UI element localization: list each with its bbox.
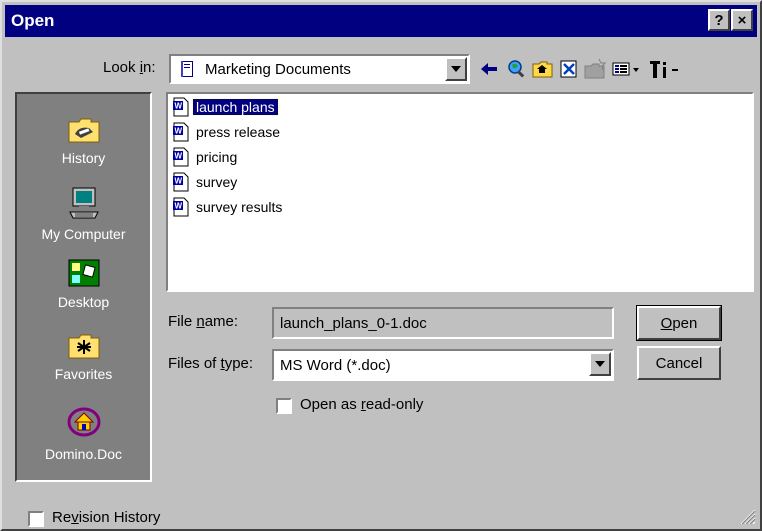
history-folder-icon — [68, 118, 99, 143]
list-item[interactable]: W pricing — [172, 146, 240, 168]
places-desktop[interactable]: Desktop — [17, 258, 150, 310]
svg-text:W: W — [175, 202, 183, 211]
up-folder-icon[interactable] — [532, 58, 554, 80]
list-item[interactable]: W press release — [172, 121, 283, 143]
filetype-label: Files of type: — [168, 355, 254, 372]
svg-text:W: W — [175, 102, 183, 111]
chevron-down-icon — [451, 66, 461, 72]
views-menu-icon[interactable] — [611, 58, 641, 80]
dialog-title: Open — [11, 11, 55, 30]
title-bar[interactable]: Open ? × — [5, 5, 757, 37]
revision-history-checkbox[interactable] — [28, 511, 44, 527]
revision-history-label[interactable]: Revision History — [52, 509, 160, 526]
lookin-value: Marketing Documents — [205, 60, 351, 78]
search-web-icon[interactable] — [506, 58, 528, 80]
tools-menu-icon[interactable] — [648, 58, 684, 80]
list-item[interactable]: W survey — [172, 171, 240, 193]
word-document-icon: W — [173, 122, 189, 142]
file-list[interactable]: W launch plans W press release W pricing — [166, 92, 754, 292]
open-button[interactable]: Open — [636, 305, 722, 341]
readonly-label[interactable]: Open as read-only — [300, 396, 423, 413]
places-my-computer[interactable]: My Computer — [17, 186, 150, 242]
lookin-label: Look in: — [103, 59, 156, 76]
word-document-icon: W — [173, 197, 189, 217]
domino-doc-icon — [67, 407, 100, 437]
list-item[interactable]: W survey results — [172, 196, 285, 218]
help-button[interactable]: ? — [708, 9, 730, 31]
svg-text:W: W — [175, 127, 183, 136]
desktop-icon — [68, 259, 99, 287]
cancel-button[interactable]: Cancel — [637, 346, 721, 380]
close-button[interactable]: × — [731, 9, 753, 31]
places-bar: History My Computer Desktop Favorites Do… — [15, 92, 152, 482]
svg-text:W: W — [175, 152, 183, 161]
places-history[interactable]: History — [17, 114, 150, 166]
delete-icon[interactable] — [558, 58, 580, 80]
chevron-down-icon — [595, 361, 605, 367]
close-icon: × — [737, 11, 747, 29]
computer-icon — [68, 187, 99, 219]
new-folder-icon — [584, 58, 606, 79]
list-item[interactable]: W launch plans — [172, 96, 279, 118]
filetype-dropdown-button[interactable] — [589, 352, 611, 376]
back-arrow-icon[interactable] — [478, 58, 500, 80]
folder-book-icon — [181, 61, 193, 77]
help-icon: ? — [714, 11, 724, 29]
favorites-folder-icon — [68, 334, 99, 359]
lookin-combo[interactable]: Marketing Documents — [169, 54, 470, 84]
places-domino-doc[interactable]: Domino.Doc — [17, 402, 150, 462]
word-document-icon: W — [173, 172, 189, 192]
word-document-icon: W — [173, 147, 189, 167]
filename-label: File name: — [168, 313, 239, 330]
resize-grip-icon[interactable] — [738, 507, 756, 525]
readonly-checkbox[interactable] — [276, 398, 292, 414]
word-document-icon: W — [173, 97, 189, 117]
svg-text:W: W — [175, 177, 183, 186]
open-dialog: Open ? × Look in: Marketing Documents Hi… — [0, 0, 762, 531]
filetype-select[interactable]: MS Word (*.doc) — [272, 349, 614, 381]
lookin-dropdown-button[interactable] — [445, 57, 467, 81]
places-favorites[interactable]: Favorites — [17, 330, 150, 382]
filename-input[interactable]: launch_plans_0-1.doc — [272, 307, 614, 339]
